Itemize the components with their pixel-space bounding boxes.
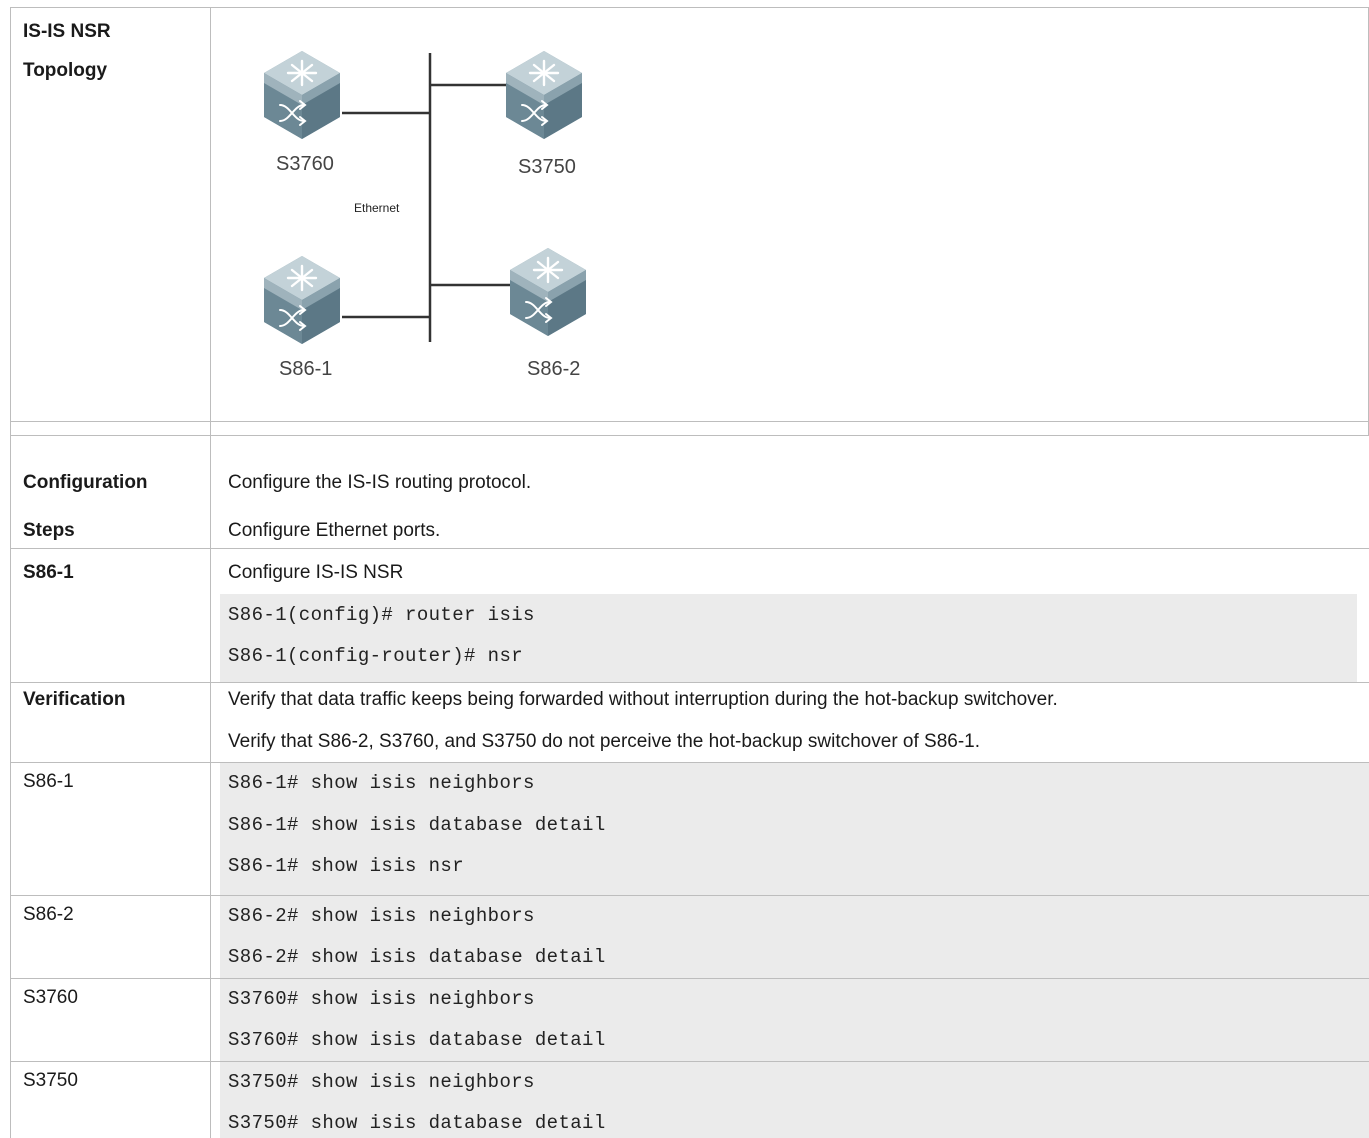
code-line: S3760# show isis neighbors xyxy=(228,988,535,1010)
switch-icon xyxy=(504,49,584,141)
topology-label-line1: IS-IS NSR xyxy=(23,21,111,42)
verification-label: Verification xyxy=(23,689,126,710)
table-border-top xyxy=(10,7,1369,8)
column-divider xyxy=(210,7,211,1138)
row-divider xyxy=(10,435,1369,436)
code-block: S86-1# show isis neighbors S86-1# show i… xyxy=(220,763,1369,895)
code-line: S86-1# show isis database detail xyxy=(228,814,606,836)
code-line: S86-1# show isis neighbors xyxy=(228,772,535,794)
code-block: S86-2# show isis neighbors S86-2# show i… xyxy=(220,896,1369,978)
code-line: S3760# show isis database detail xyxy=(228,1029,606,1051)
verify-device-label: S3750 xyxy=(23,1070,78,1091)
s86-1-config-label: S86-1 xyxy=(23,562,74,583)
code-line: S86-1(config)# router isis xyxy=(228,604,535,626)
verification-line: Verify that data traffic keeps being for… xyxy=(228,689,1058,710)
verify-device-label: S3760 xyxy=(23,987,78,1008)
topology-diagram: S3760 S3750 Ethernet S86-1 S86-2 xyxy=(262,49,588,380)
s86-1-config-description: Configure IS-IS NSR xyxy=(228,562,404,583)
switch-icon xyxy=(262,49,342,141)
config-step: Configure Ethernet ports. xyxy=(228,520,441,541)
verification-line: Verify that S86-2, S3760, and S3750 do n… xyxy=(228,731,981,752)
code-block: S3750# show isis neighbors S3750# show i… xyxy=(220,1062,1369,1138)
code-block: S3760# show isis neighbors S3760# show i… xyxy=(220,979,1369,1061)
verify-device-label: S86-1 xyxy=(23,771,74,792)
ethernet-label: Ethernet xyxy=(354,201,400,215)
switch-icon xyxy=(262,254,342,346)
config-steps-label-line1: Configuration xyxy=(23,472,148,493)
switch-icon xyxy=(508,246,588,338)
config-step: Configure the IS-IS routing protocol. xyxy=(228,472,532,493)
code-line: S3750# show isis neighbors xyxy=(228,1071,535,1093)
code-block: S86-1(config)# router isis S86-1(config-… xyxy=(220,594,1357,682)
verify-device-label: S86-2 xyxy=(23,904,74,925)
device-label-s86-1: S86-1 xyxy=(279,358,332,380)
device-label-s3760: S3760 xyxy=(276,153,334,175)
table-border-left xyxy=(10,7,11,1138)
code-line: S3750# show isis database detail xyxy=(228,1112,606,1134)
device-label-s86-2: S86-2 xyxy=(527,358,580,380)
device-label-s3750: S3750 xyxy=(518,156,576,178)
config-steps-label-line2: Steps xyxy=(23,520,75,541)
code-line: S86-2# show isis neighbors xyxy=(228,905,535,927)
row-divider xyxy=(10,548,1369,549)
topology-label-line2: Topology xyxy=(23,60,108,81)
code-line: S86-1(config-router)# nsr xyxy=(228,645,524,667)
code-line: S86-1# show isis nsr xyxy=(228,855,465,877)
code-line: S86-2# show isis database detail xyxy=(228,946,606,968)
config-table: IS-IS NSR Topology Configuration Steps C… xyxy=(10,7,1369,1138)
row-divider xyxy=(10,682,1369,683)
row-divider xyxy=(10,421,1369,422)
